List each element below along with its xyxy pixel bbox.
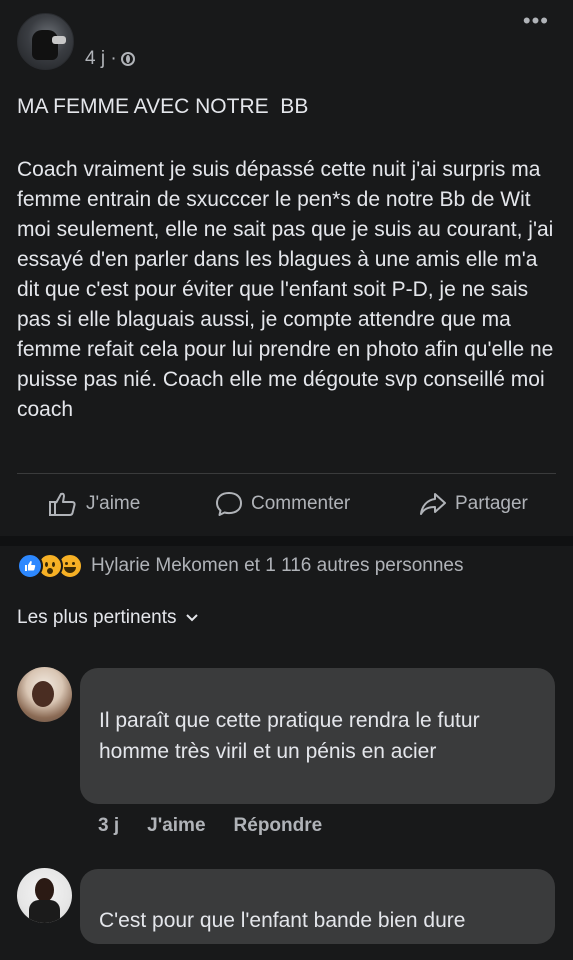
comment-text: C'est pour que l'enfant bande bien dure bbox=[99, 909, 466, 932]
chevron-down-icon bbox=[185, 614, 198, 622]
comment-bubble: Il paraît que cette pratique rendra le f… bbox=[80, 668, 555, 804]
author-avatar[interactable] bbox=[17, 13, 74, 70]
share-icon bbox=[420, 493, 446, 515]
comment-like-button[interactable]: J'aime bbox=[147, 815, 205, 837]
comment-button-label[interactable]: Commenter bbox=[251, 493, 350, 515]
comment-sort-label[interactable]: Les plus pertinents bbox=[17, 607, 177, 629]
commenter-avatar[interactable] bbox=[17, 868, 72, 923]
commenter-avatar[interactable] bbox=[17, 667, 72, 722]
like-button-label[interactable]: J'aime bbox=[86, 493, 140, 515]
comment-button[interactable]: Commenter bbox=[215, 491, 350, 517]
post-action-bar: J'aime Commenter Partager bbox=[0, 474, 573, 536]
more-options-icon[interactable]: ••• bbox=[523, 8, 549, 34]
reactions-summary[interactable]: Hylarie Mekomen et 1 116 autres personne… bbox=[17, 553, 463, 579]
section-separator bbox=[0, 536, 573, 546]
share-button-label[interactable]: Partager bbox=[455, 493, 528, 515]
post-timestamp[interactable]: 4 j · bbox=[85, 48, 135, 70]
thumbs-up-icon bbox=[49, 492, 76, 516]
comment-text: Il paraît que cette pratique rendra le f… bbox=[99, 709, 480, 763]
comment-icon bbox=[216, 492, 242, 516]
globe-icon bbox=[120, 52, 135, 66]
share-button[interactable]: Partager bbox=[419, 491, 528, 517]
reactions-summary-text[interactable]: Hylarie Mekomen et 1 116 autres personne… bbox=[91, 555, 463, 577]
comment-reply-button[interactable]: Répondre bbox=[234, 815, 323, 837]
comment-sort-dropdown[interactable]: Les plus pertinents bbox=[17, 607, 199, 629]
like-button[interactable]: J'aime bbox=[48, 491, 140, 517]
comment-bubble: C'est pour que l'enfant bande bien dure bbox=[80, 869, 555, 944]
post-timestamp-text[interactable]: 4 j · bbox=[85, 48, 117, 70]
post-title: MA FEMME AVEC NOTRE BB bbox=[17, 95, 309, 118]
comment-time[interactable]: 3 j bbox=[98, 815, 119, 837]
post-header: 4 j · ••• bbox=[0, 0, 573, 80]
comment-actions: 3 j J'aime Répondre bbox=[98, 815, 322, 837]
post-body: Coach vraiment je suis dépassé cette nui… bbox=[17, 158, 554, 421]
like-reaction-icon bbox=[17, 553, 43, 579]
